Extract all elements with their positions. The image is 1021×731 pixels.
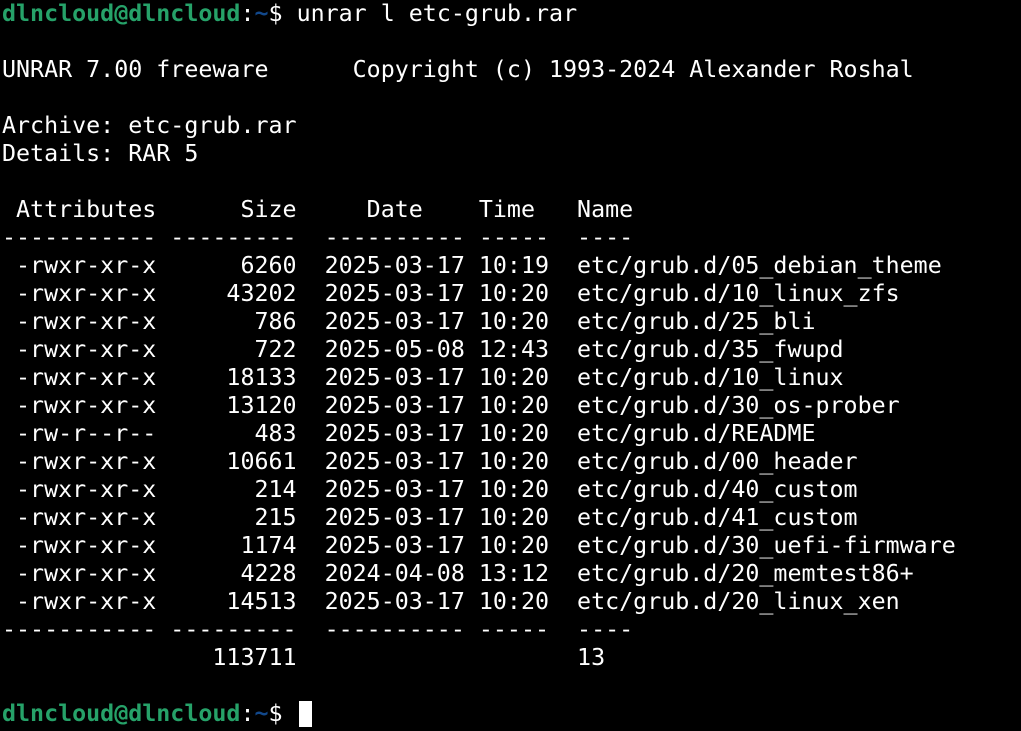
table-row: -rwxr-xr-x 10661 2025-03-17 10:20 etc/gr… [2,448,858,475]
command-line: dlncloud@dlncloud:~$ unrar l etc-grub.ra… [2,0,1021,28]
active-prompt-line[interactable]: dlncloud@dlncloud:~$ [2,700,1021,728]
command-text: unrar l etc-grub.rar [296,0,578,27]
archive-line: Archive: etc-grub.rar [2,112,297,139]
table-totals: 113711 13 [2,644,606,671]
prompt-path: ~ [254,0,269,27]
table-row: -rw-r--r-- 483 2025-03-17 10:20 etc/grub… [2,420,816,447]
details-line: Details: RAR 5 [2,140,199,167]
prompt-user-host: dlncloud@dlncloud [2,0,241,27]
prompt-colon: : [240,0,255,27]
table-separator: ----------- --------- ---------- ----- -… [2,224,634,251]
terminal-window[interactable]: dlncloud@dlncloud:~$ unrar l etc-grub.ra… [0,0,1021,731]
table-row: -rwxr-xr-x 786 2025-03-17 10:20 etc/grub… [2,308,816,335]
table-row: -rwxr-xr-x 43202 2025-03-17 10:20 etc/gr… [2,280,900,307]
table-row: -rwxr-xr-x 722 2025-05-08 12:43 etc/grub… [2,336,844,363]
banner-line: UNRAR 7.00 freeware Copyright (c) 1993-2… [2,56,914,83]
table-row: -rwxr-xr-x 6260 2025-03-17 10:19 etc/gru… [2,252,942,279]
table-row: -rwxr-xr-x 1174 2025-03-17 10:20 etc/gru… [2,532,956,559]
table-row: -rwxr-xr-x 4228 2024-04-08 13:12 etc/gru… [2,560,914,587]
prompt-symbol: $ [268,0,297,27]
prompt-symbol: $ [268,700,297,727]
table-header: Attributes Size Date Time Name [2,196,634,223]
table-row: -rwxr-xr-x 215 2025-03-17 10:20 etc/grub… [2,504,858,531]
prompt-user-host: dlncloud@dlncloud [2,700,241,727]
table-row: -rwxr-xr-x 18133 2025-03-17 10:20 etc/gr… [2,364,844,391]
text-cursor[interactable] [298,701,312,727]
prompt-path: ~ [254,700,269,727]
table-row: -rwxr-xr-x 13120 2025-03-17 10:20 etc/gr… [2,392,900,419]
prompt-colon: : [240,700,255,727]
table-footer-separator: ----------- --------- ---------- ----- -… [2,616,634,643]
table-row: -rwxr-xr-x 14513 2025-03-17 10:20 etc/gr… [2,588,900,615]
table-row: -rwxr-xr-x 214 2025-03-17 10:20 etc/grub… [2,476,858,503]
